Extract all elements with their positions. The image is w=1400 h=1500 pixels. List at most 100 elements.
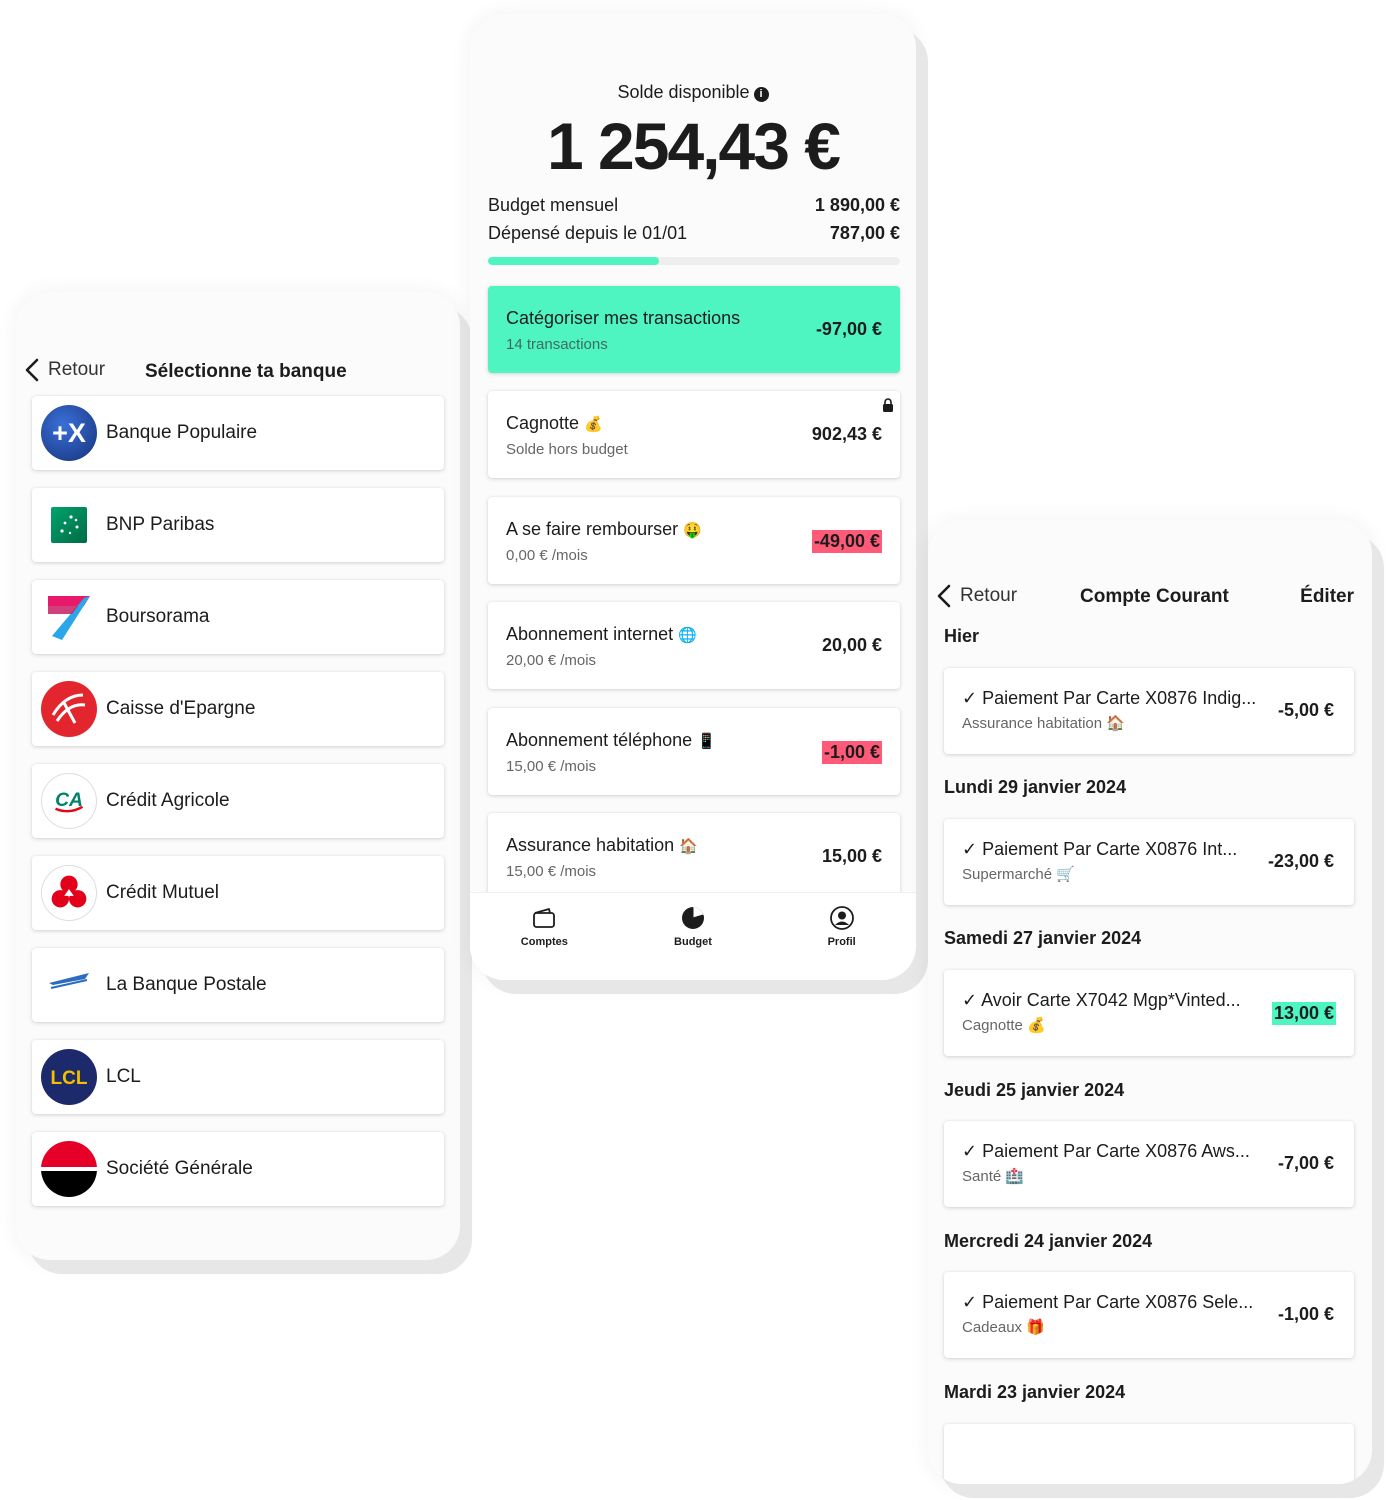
transaction-row[interactable]: ✓ Paiement Par Carte X0876 Int... Superm… bbox=[944, 819, 1354, 905]
envelope-amount: 902,43 € bbox=[811, 424, 882, 444]
category-text: Cagnotte bbox=[962, 1017, 1023, 1034]
bank-item-banque-populaire[interactable]: +X Banque Populaire bbox=[32, 396, 444, 470]
money-face-icon: 🤑 bbox=[683, 521, 702, 539]
transaction-title: ✓ Paiement Par Carte X0876 Int... bbox=[962, 839, 1238, 859]
back-label: Retour bbox=[48, 359, 106, 380]
envelope-title: Catégoriser mes transactions bbox=[506, 308, 741, 328]
category-text: Santé bbox=[962, 1168, 1002, 1185]
house-icon: 🏠 bbox=[679, 837, 698, 855]
page-title: Compte Courant bbox=[1080, 586, 1229, 607]
tab-bar: Comptes Budget Profil bbox=[470, 892, 916, 980]
hospital-icon: 🏥 bbox=[1005, 1167, 1025, 1185]
envelope-title: A se faire rembourser 🤑 bbox=[506, 519, 702, 540]
bank-item-credit-mutuel[interactable]: Crédit Mutuel bbox=[32, 856, 444, 930]
envelope-cagnotte[interactable]: Cagnotte 💰 Solde hors budget 902,43 € bbox=[488, 391, 900, 478]
transaction-category: Supermarché 🛒 bbox=[962, 865, 1075, 883]
envelope-internet[interactable]: Abonnement internet 🌐 20,00 € /mois 20,0… bbox=[488, 602, 900, 689]
transaction-row[interactable] bbox=[944, 1424, 1354, 1484]
transaction-title: ✓ Paiement Par Carte X0876 Aws... bbox=[962, 1141, 1250, 1161]
bank-item-caisse-epargne[interactable]: Caisse d'Epargne bbox=[32, 672, 444, 746]
budget-screen: Solde disponible i 1 254,43 € Budget mens… bbox=[470, 14, 916, 980]
transaction-category: Assurance habitation 🏠 bbox=[962, 714, 1125, 732]
bank-item-bnp-paribas[interactable]: BNP Paribas bbox=[32, 488, 444, 562]
account-screen: Retour Compte Courant Éditer Hier ✓ Paie… bbox=[928, 520, 1372, 1484]
bank-item-societe-generale[interactable]: Société Générale bbox=[32, 1132, 444, 1206]
envelope-title: Abonnement internet 🌐 bbox=[506, 624, 697, 645]
bank-item-boursorama[interactable]: Boursorama bbox=[32, 580, 444, 654]
envelope-title: Assurance habitation 🏠 bbox=[506, 835, 698, 856]
envelope-categorize[interactable]: Catégoriser mes transactions 14 transact… bbox=[488, 286, 900, 373]
page-title: Sélectionne ta banque bbox=[145, 361, 347, 382]
transaction-row[interactable]: ✓ Paiement Par Carte X0876 Sele... Cadea… bbox=[944, 1272, 1354, 1358]
profile-icon bbox=[829, 906, 854, 930]
day-header: Hier bbox=[944, 626, 980, 646]
credit-agricole-logo: CA bbox=[41, 773, 97, 829]
envelope-subtitle: 0,00 € /mois bbox=[506, 547, 588, 564]
tab-label: Comptes bbox=[520, 936, 568, 948]
transaction-title: ✓ Avoir Carte X7042 Mgp*Vinted... bbox=[962, 990, 1241, 1010]
shopping-cart-icon: 🛒 bbox=[1056, 865, 1075, 883]
info-icon[interactable]: i bbox=[753, 87, 769, 102]
transaction-title: ✓ Paiement Par Carte X0876 Sele... bbox=[962, 1292, 1254, 1312]
wallet-icon bbox=[533, 908, 556, 928]
balance-label-text: Solde disponible bbox=[617, 82, 750, 102]
bnp-paribas-logo bbox=[51, 507, 87, 543]
spent-label: Dépensé depuis le 01/01 bbox=[488, 223, 688, 243]
bank-name: LCL bbox=[106, 1066, 141, 1087]
transaction-category: Cadeaux 🎁 bbox=[962, 1318, 1045, 1336]
svg-text:+X: +X bbox=[52, 418, 86, 448]
credit-mutuel-logo bbox=[41, 865, 97, 921]
bank-name: Crédit Agricole bbox=[106, 790, 230, 811]
envelope-title-text: A se faire rembourser bbox=[506, 519, 679, 539]
transaction-row[interactable]: ✓ Paiement Par Carte X0876 Indig... Assu… bbox=[944, 668, 1354, 754]
monthly-budget-value: 1 890,00 € bbox=[814, 195, 900, 215]
balance-label: Solde disponible i bbox=[470, 82, 916, 103]
transaction-amount: -1,00 € bbox=[1277, 1304, 1334, 1324]
bank-name: Crédit Mutuel bbox=[106, 882, 219, 903]
envelope-title-text: Abonnement téléphone bbox=[506, 730, 693, 750]
tab-budget[interactable]: Budget bbox=[633, 893, 753, 980]
bank-name: La Banque Postale bbox=[106, 974, 267, 995]
transaction-row[interactable]: ✓ Avoir Carte X7042 Mgp*Vinted... Cagnot… bbox=[944, 970, 1354, 1056]
back-button[interactable]: Retour bbox=[936, 584, 1017, 608]
envelope-reimbursement[interactable]: A se faire rembourser 🤑 0,00 € /mois -49… bbox=[488, 497, 900, 584]
money-bag-icon: 💰 bbox=[1027, 1016, 1046, 1034]
envelope-title-text: Cagnotte bbox=[506, 413, 580, 433]
edit-button[interactable]: Éditer bbox=[1300, 586, 1354, 608]
monthly-budget-label: Budget mensuel bbox=[488, 195, 619, 215]
bank-name: Société Générale bbox=[106, 1158, 253, 1179]
back-button[interactable]: Retour bbox=[24, 358, 105, 382]
day-header: Mercredi 24 janvier 2024 bbox=[944, 1231, 1153, 1251]
tab-comptes[interactable]: Comptes bbox=[484, 893, 604, 980]
transaction-category: Santé 🏥 bbox=[962, 1167, 1024, 1185]
transaction-amount: -23,00 € bbox=[1267, 851, 1334, 871]
envelope-subtitle: 15,00 € /mois bbox=[506, 863, 597, 880]
tab-label: Profil bbox=[827, 936, 856, 948]
bank-item-banque-postale[interactable]: La Banque Postale bbox=[32, 948, 444, 1022]
house-icon: 🏠 bbox=[1106, 714, 1125, 732]
banque-populaire-logo: +X bbox=[41, 405, 97, 461]
envelope-home-insurance[interactable]: Assurance habitation 🏠 15,00 € /mois 15,… bbox=[488, 813, 900, 900]
back-label: Retour bbox=[960, 585, 1018, 606]
bank-name: Boursorama bbox=[106, 606, 210, 627]
bank-selection-screen: Retour Sélectionne ta banque +X Banque P… bbox=[16, 292, 460, 1260]
day-header: Jeudi 25 janvier 2024 bbox=[944, 1080, 1125, 1100]
budget-progress-fill bbox=[488, 257, 660, 265]
envelope-amount: -97,00 € bbox=[815, 319, 882, 339]
money-bag-icon: 💰 bbox=[584, 415, 603, 433]
envelope-phone[interactable]: Abonnement téléphone 📱 15,00 € /mois -1,… bbox=[488, 708, 900, 795]
envelope-amount: -49,00 € bbox=[811, 530, 882, 553]
bank-item-credit-agricole[interactable]: CA Crédit Agricole bbox=[32, 764, 444, 838]
balance-amount: 1 254,43 € bbox=[547, 109, 841, 183]
envelope-title-text: Abonnement internet bbox=[506, 624, 674, 644]
spent-row: Dépensé depuis le 01/01 787,00 € bbox=[488, 223, 900, 244]
category-text: Supermarché bbox=[962, 866, 1053, 883]
transaction-row[interactable]: ✓ Paiement Par Carte X0876 Aws... Santé … bbox=[944, 1121, 1354, 1207]
envelope-subtitle: 20,00 € /mois bbox=[506, 652, 597, 669]
bank-item-lcl[interactable]: LCL LCL bbox=[32, 1040, 444, 1114]
tab-profil[interactable]: Profil bbox=[782, 893, 902, 980]
envelope-amount: 20,00 € bbox=[821, 635, 882, 655]
day-header: Lundi 29 janvier 2024 bbox=[944, 777, 1127, 797]
transaction-amount: -5,00 € bbox=[1277, 700, 1334, 720]
transaction-category: Cagnotte 💰 bbox=[962, 1016, 1046, 1034]
